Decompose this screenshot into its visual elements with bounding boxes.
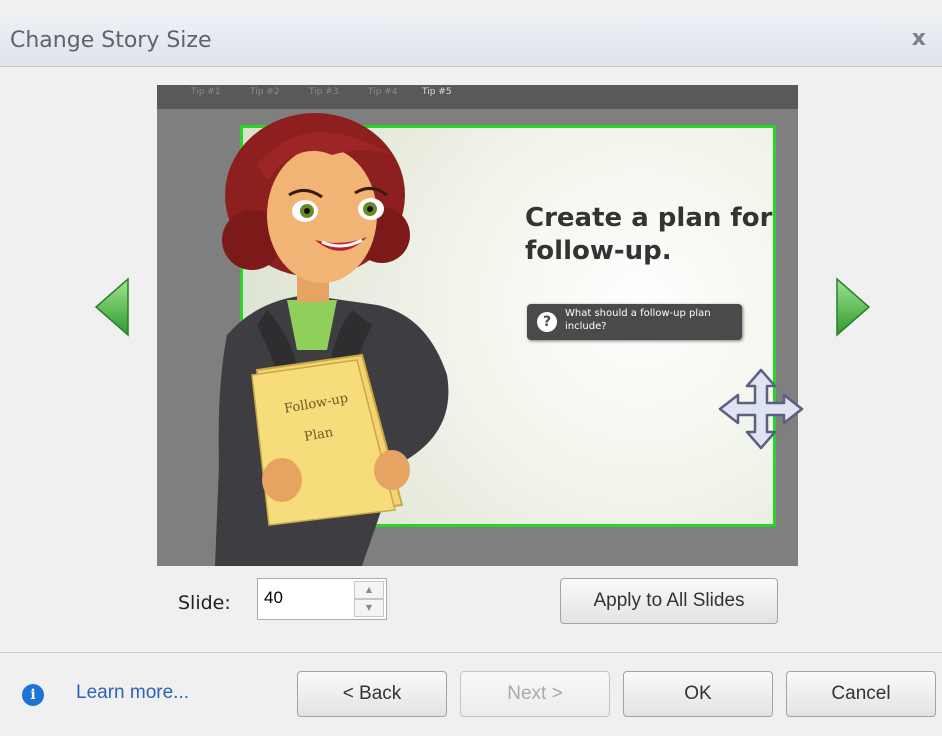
slide-number-input[interactable] [262, 587, 356, 609]
info-icon[interactable]: i [22, 684, 44, 706]
slide-tab-strip: Tip #1 Tip #2 Tip #3 Tip #4 Tip #5 [157, 85, 798, 109]
slide-tab: Tip #1 [191, 87, 221, 97]
next-button[interactable]: Next > [460, 671, 610, 717]
slide-label: Slide: [178, 592, 231, 614]
move-cursor-icon [718, 368, 804, 450]
cancel-button[interactable]: Cancel [786, 671, 936, 717]
slide-tab: Tip #2 [250, 87, 280, 97]
ok-button[interactable]: OK [623, 671, 773, 717]
footer-divider [0, 652, 942, 653]
dialog-title: Change Story Size [10, 28, 212, 53]
slide-heading: Create a plan for follow-up. [525, 203, 773, 266]
tip-button: ? What should a follow-up plan include? [527, 304, 742, 340]
spin-up-icon[interactable]: ▲ [354, 581, 384, 599]
slide-tab: Tip #4 [368, 87, 398, 97]
apply-all-slides-button[interactable]: Apply to All Slides [560, 578, 778, 624]
close-icon[interactable]: x [912, 26, 926, 51]
next-arrow-icon[interactable] [833, 275, 873, 339]
prev-arrow-icon[interactable] [92, 275, 132, 339]
back-button[interactable]: < Back [297, 671, 447, 717]
slide-tab: Tip #3 [309, 87, 339, 97]
crop-frame[interactable]: Create a plan for follow-up. ? What shou… [240, 125, 776, 527]
learn-more-link[interactable]: Learn more... [76, 682, 189, 704]
spin-down-icon[interactable]: ▼ [354, 599, 384, 617]
tip-text: What should a follow-up plan include? [565, 308, 711, 332]
slide-preview: Tip #1 Tip #2 Tip #3 Tip #4 Tip #5 Creat… [157, 85, 798, 566]
slide-tab-active: Tip #5 [422, 87, 452, 97]
question-icon: ? [537, 312, 557, 332]
title-bar: Change Story Size x [0, 14, 942, 67]
slide-number-stepper[interactable]: ▲ ▼ [257, 578, 387, 620]
